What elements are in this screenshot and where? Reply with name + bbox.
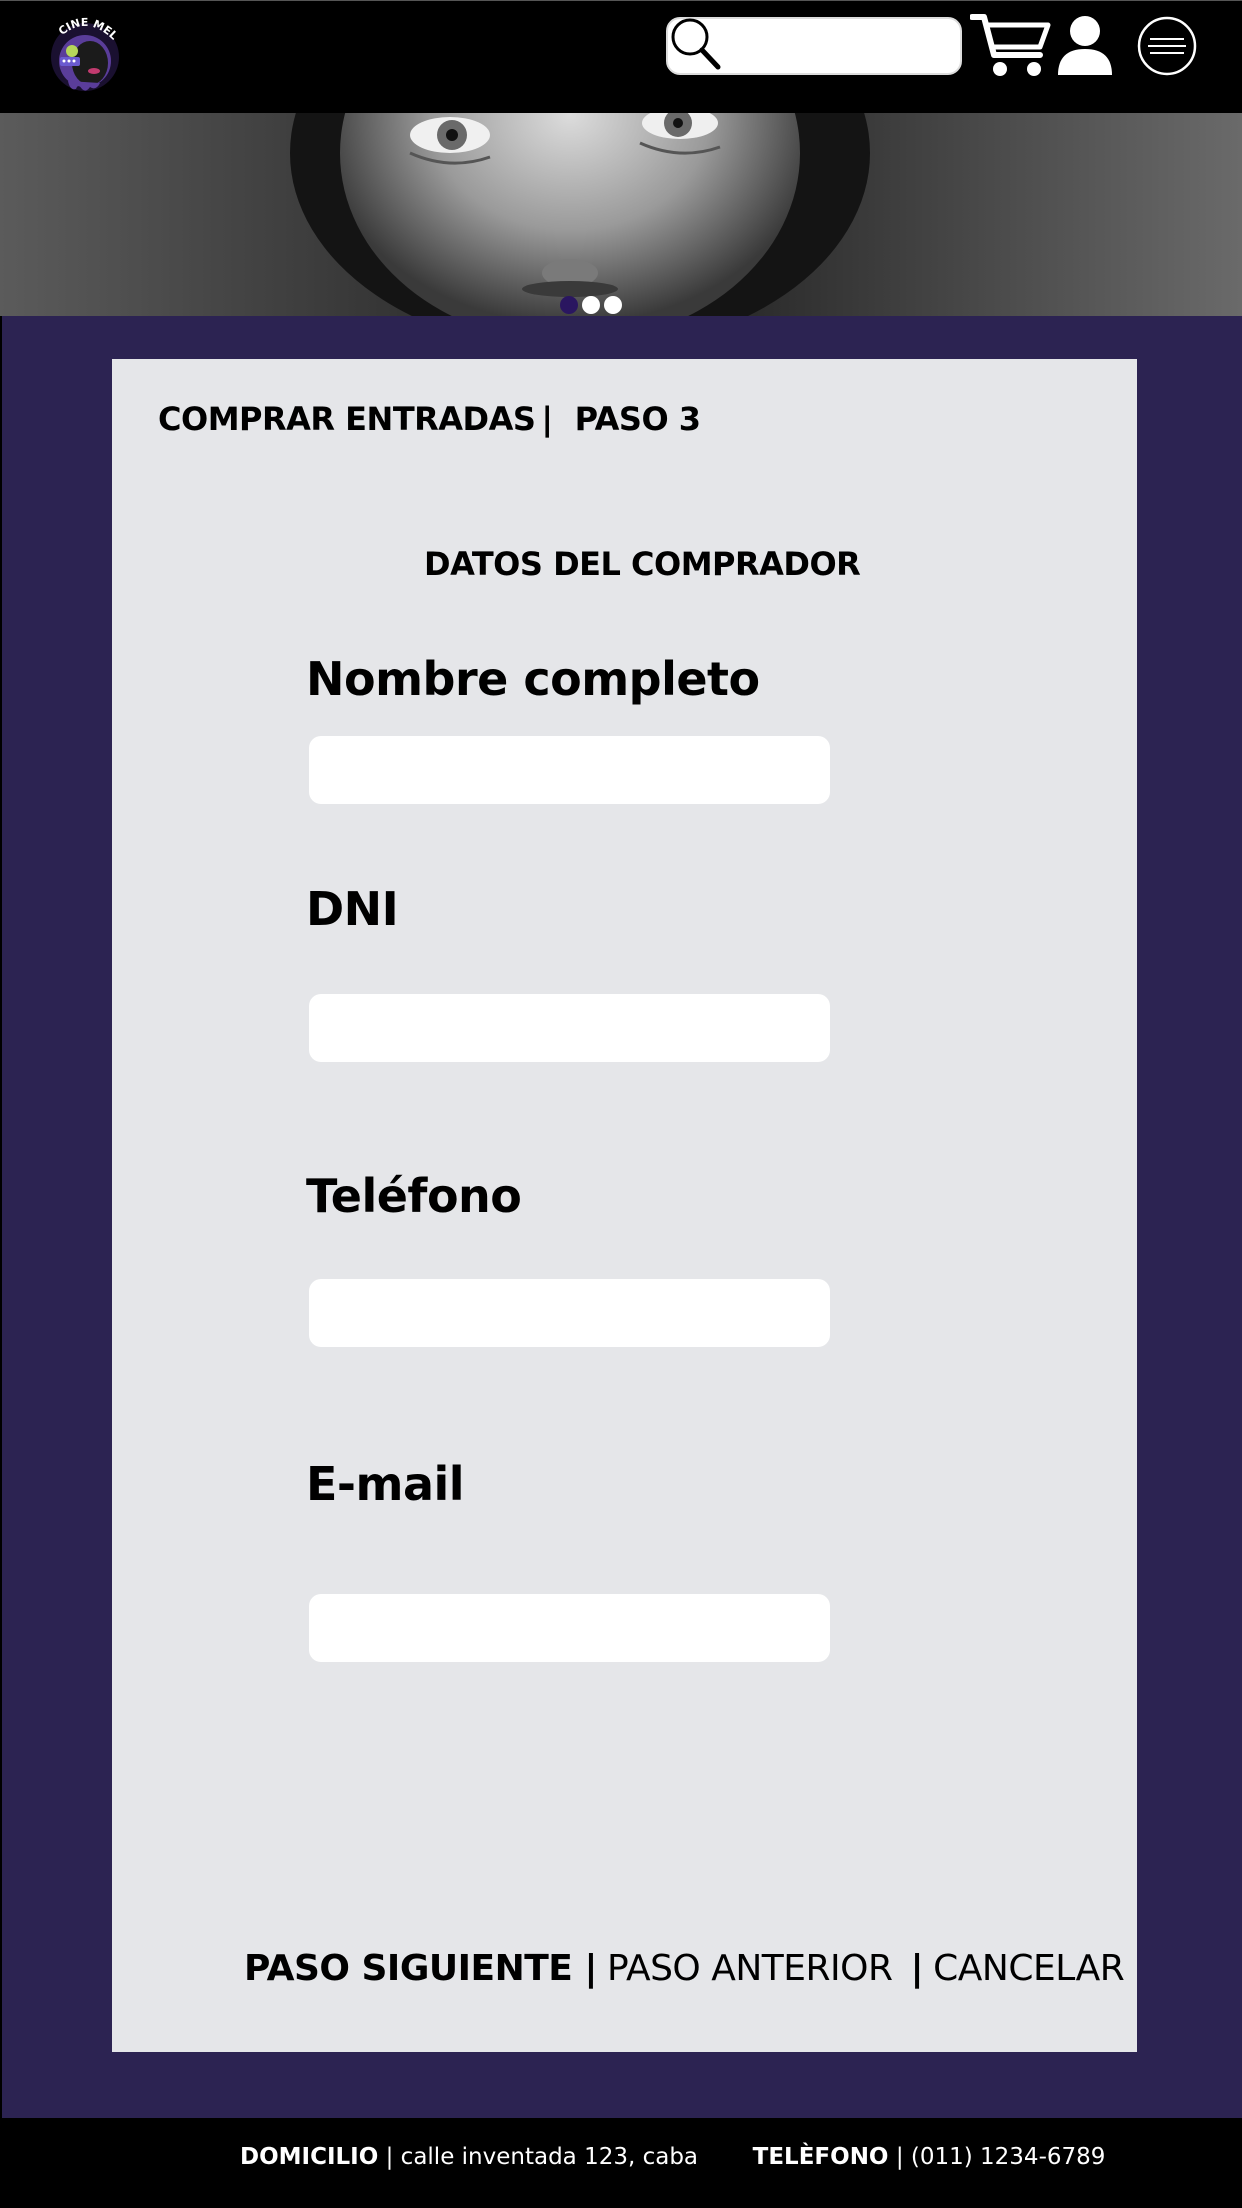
footer-contact: DOMICILIO | calle inventada 123, caba TE…: [240, 2144, 1105, 2170]
dni-label: DNI: [306, 882, 399, 936]
cart-icon[interactable]: [970, 11, 1052, 79]
actions-separator-2: |: [910, 1948, 924, 1989]
carousel-dot-3[interactable]: [604, 296, 622, 314]
phone-info-value: | (011) 1234-6789: [895, 2144, 1106, 2170]
phone-info-label: TELÈFONO: [752, 2144, 889, 2170]
hero-banner: [0, 113, 1242, 316]
carousel-dots: [560, 296, 624, 314]
next-step-button[interactable]: PASO SIGUIENTE: [244, 1948, 573, 1989]
form-card: [112, 359, 1137, 2052]
page-title: COMPRAR ENTRADAS: [158, 400, 536, 438]
cine-melies-logo[interactable]: CINE MELIES: [42, 11, 128, 97]
search-icon[interactable]: [668, 15, 722, 71]
email-input[interactable]: [309, 1594, 830, 1662]
cancel-button[interactable]: CANCELAR: [933, 1948, 1125, 1989]
section-title: DATOS DEL COMPRADOR: [424, 545, 861, 583]
actions-separator: |: [584, 1948, 598, 1989]
phone-label: Teléfono: [306, 1169, 522, 1223]
title-separator: |: [541, 400, 553, 438]
step-indicator: PASO 3: [574, 400, 701, 438]
header: CINE MELIES: [0, 0, 1242, 113]
menu-icon[interactable]: [1136, 15, 1198, 77]
previous-step-button[interactable]: PASO ANTERIOR: [607, 1948, 893, 1989]
user-icon[interactable]: [1056, 13, 1114, 77]
email-label: E-mail: [306, 1457, 465, 1511]
search-input[interactable]: [728, 23, 952, 69]
form-actions: PASO SIGUIENTE | PASO ANTERIOR | CANCELAR: [244, 1948, 1125, 1989]
footer: DOMICILIO | calle inventada 123, caba TE…: [0, 2118, 1242, 2208]
carousel-dot-1[interactable]: [560, 296, 578, 314]
carousel-dot-2[interactable]: [582, 296, 600, 314]
phone-input[interactable]: [309, 1279, 830, 1347]
full-name-input[interactable]: [309, 736, 830, 804]
dni-input[interactable]: [309, 994, 830, 1062]
step-heading: COMPRAR ENTRADAS | PASO 3: [158, 400, 701, 438]
full-name-label: Nombre completo: [306, 652, 760, 706]
address-value: | calle inventada 123, caba: [385, 2144, 699, 2170]
address-label: DOMICILIO: [240, 2144, 379, 2170]
page: CINE MELIES: [0, 0, 1242, 2208]
